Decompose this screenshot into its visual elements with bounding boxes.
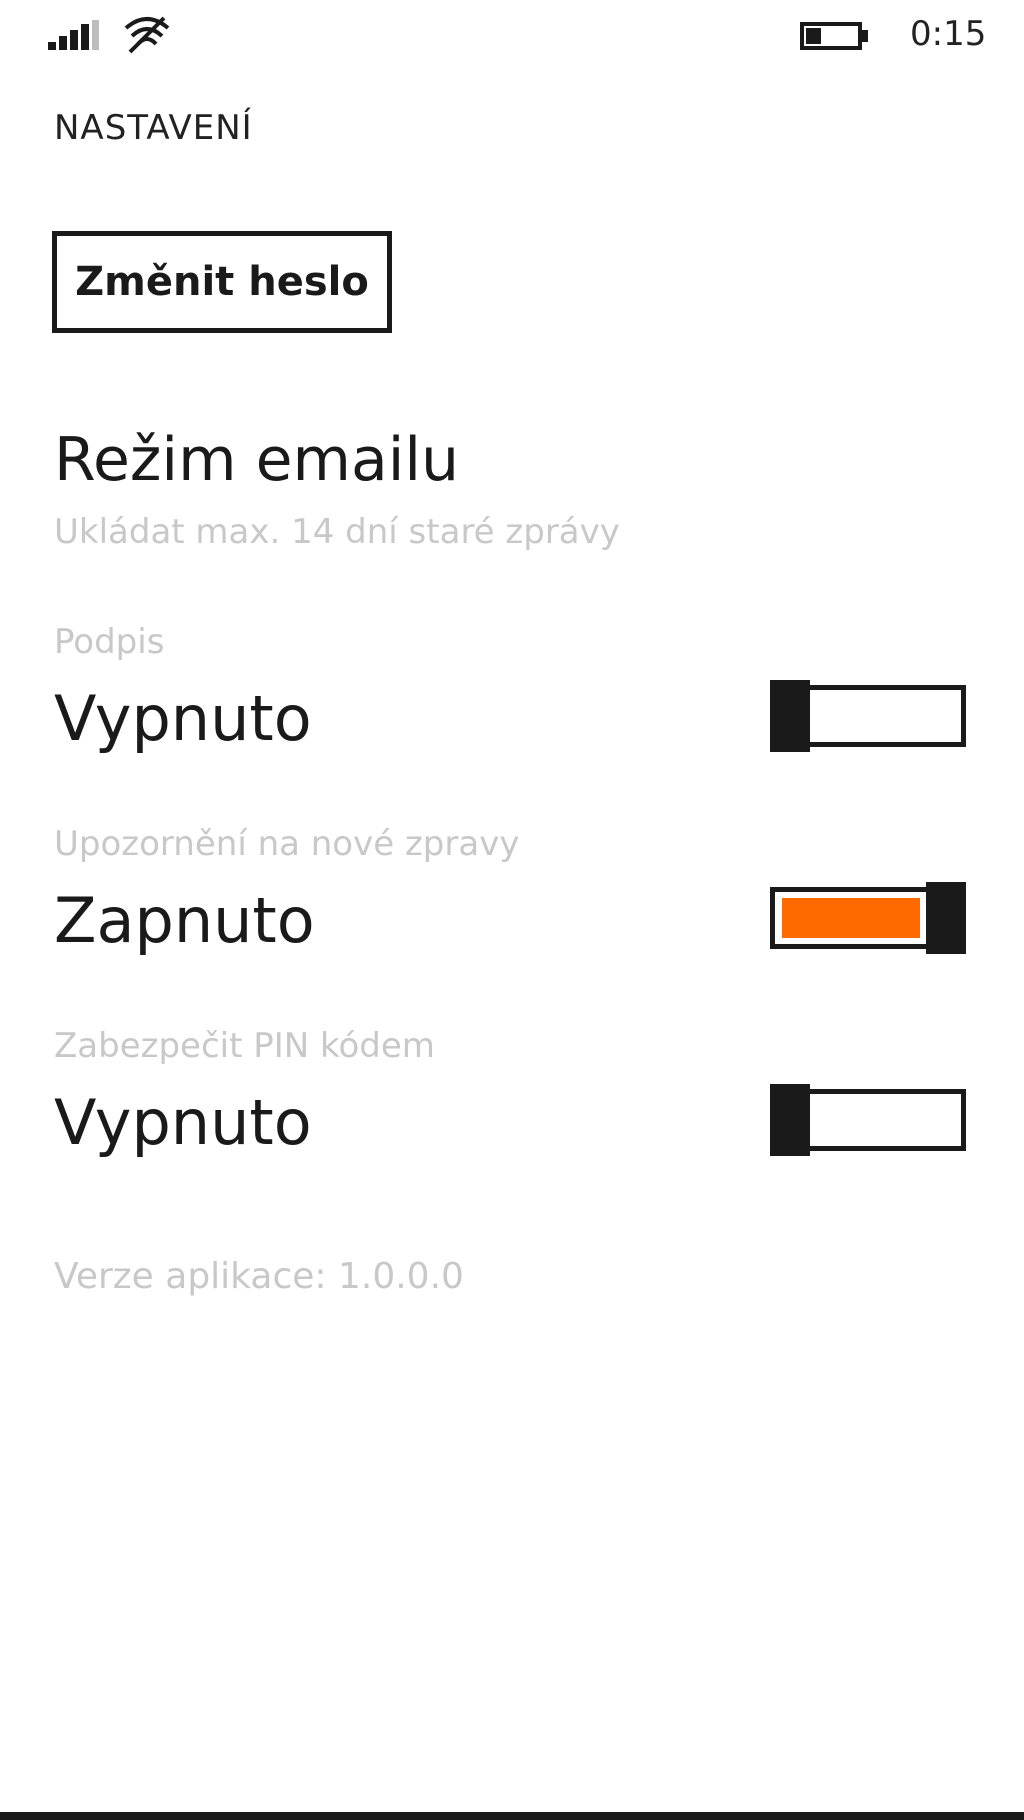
clock: 0:15	[910, 14, 987, 54]
signature-toggle[interactable]	[770, 680, 966, 752]
toggle-thumb[interactable]	[770, 1084, 810, 1156]
pin-lock-toggle[interactable]	[770, 1084, 966, 1156]
pin-lock-label: Zabezpečit PIN kódem	[54, 1026, 435, 1066]
page-title: NASTAVENÍ	[54, 108, 253, 148]
notifications-value: Zapnuto	[54, 884, 315, 957]
toggle-thumb[interactable]	[770, 680, 810, 752]
toggle-fill	[782, 898, 920, 938]
email-mode-title[interactable]: Režim emailu	[54, 425, 459, 495]
notifications-toggle[interactable]	[770, 882, 966, 954]
signature-label: Podpis	[54, 622, 165, 662]
wifi-icon	[124, 16, 170, 54]
notifications-label: Upozornění na nové zpravy	[54, 824, 520, 864]
signal-strength-icon	[48, 20, 99, 50]
battery-icon	[800, 22, 868, 50]
toggle-thumb[interactable]	[926, 882, 966, 954]
app-version: Verze aplikace: 1.0.0.0	[54, 1256, 464, 1297]
bottom-edge	[0, 1812, 1024, 1820]
status-bar: 0:15	[0, 0, 1024, 70]
email-mode-subtitle: Ukládat max. 14 dní staré zprávy	[54, 512, 620, 552]
pin-lock-value: Vypnuto	[54, 1086, 312, 1159]
signature-value: Vypnuto	[54, 682, 312, 755]
change-password-button[interactable]: Změnit heslo	[52, 231, 392, 333]
